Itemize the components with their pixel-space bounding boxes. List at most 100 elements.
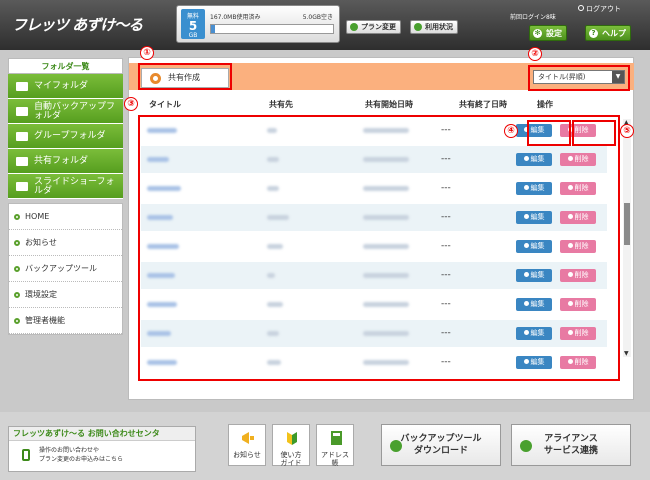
arrow-icon	[390, 440, 402, 452]
contact-line-2: プラン変更のお申込みはこちら	[39, 456, 124, 463]
sidebar: フォルダ一覧 マイフォルダ 自動バックアップフォルダ グループフォルダ 共有フォ…	[8, 58, 123, 335]
scroll-down-icon[interactable]: ▼	[624, 350, 629, 357]
folder-list-title: フォルダ一覧	[8, 58, 123, 74]
nav-item-environment-settings[interactable]: 環境設定	[9, 282, 122, 308]
address-book-shortcut[interactable]: アドレス帳	[316, 424, 354, 467]
folder-icon	[16, 132, 28, 141]
bullet-icon	[14, 292, 20, 298]
storage-quota-panel: 無料 5 GB 167.0MB使用済み 5.0GB空き	[176, 5, 340, 43]
annotation-box-edit	[527, 120, 571, 146]
app-logo[interactable]: フレッツ あずけ～る	[12, 14, 143, 35]
sidebar-nav: HOME お知らせ バックアップツール 環境設定 管理者機能	[8, 203, 123, 335]
folder-icon	[16, 107, 28, 116]
plan-change-label: プラン変更	[361, 23, 396, 31]
backup-label-line2: ダウンロード	[413, 446, 468, 456]
sidebar-item-slideshow-folder[interactable]: スライドショーフォルダ	[8, 174, 123, 199]
quota-used-text: 167.0MB使用済み	[210, 14, 261, 21]
bullet-icon	[14, 266, 20, 272]
sidebar-item-label: グループフォルダ	[34, 131, 106, 141]
contact-line-1: 操作のお問い合わせや	[39, 447, 100, 454]
sidebar-item-auto-backup-folder[interactable]: 自動バックアップフォルダ	[8, 99, 123, 124]
plus-icon	[414, 23, 422, 31]
logout-label: ログアウト	[586, 5, 621, 13]
help-label: ヘルプ	[602, 29, 626, 38]
folder-icon	[16, 82, 28, 91]
plan-change-button[interactable]: プラン変更	[346, 20, 401, 34]
sidebar-item-group-folder[interactable]: グループフォルダ	[8, 124, 123, 149]
guide-shortcut[interactable]: 使い方 ガイド	[272, 424, 310, 467]
nav-item-label: 管理者機能	[25, 316, 65, 325]
table-header: タイトル 共有先 共有開始日時 共有終了日時 操作	[129, 96, 634, 112]
settings-button[interactable]: ✻ 設定	[529, 25, 567, 41]
sidebar-item-label: スライドショーフォルダ	[34, 177, 115, 196]
bullet-icon	[14, 214, 20, 220]
address-label-line2: 帳	[331, 459, 339, 467]
contact-center-title: フレッツあずけ～る お問い合わせセンタ	[9, 427, 195, 441]
notice-label: お知らせ	[233, 451, 261, 459]
nav-item-backup-tool[interactable]: バックアップツール	[9, 256, 122, 282]
guide-label-line2: ガイド	[280, 459, 302, 467]
quota-badge-size: 5	[188, 19, 198, 33]
settings-label: 設定	[546, 29, 562, 38]
quota-free-text: 5.0GB空き	[302, 14, 333, 21]
backup-tool-download-button[interactable]: バックアップツール ダウンロード	[381, 424, 501, 466]
logout-icon	[578, 5, 584, 11]
annotation-box-delete	[572, 120, 616, 146]
guide-label-line1: 使い方	[280, 451, 302, 459]
folder-icon	[16, 182, 28, 191]
usage-status-label: 利用状況	[425, 23, 453, 31]
annotation-box-table	[138, 115, 620, 381]
table-scrollbar[interactable]: ▲ ▼	[623, 119, 631, 357]
annotation-mark-3: ③	[124, 97, 138, 111]
quota-badge-unit: GB	[188, 32, 198, 39]
top-header: フレッツ あずけ～る 無料 5 GB 167.0MB使用済み 5.0GB空き プ…	[0, 0, 650, 50]
column-header-title: タイトル	[149, 100, 181, 109]
sidebar-item-label: 自動バックアップフォルダ	[34, 102, 116, 121]
address-book-icon	[331, 431, 342, 445]
question-icon: ?	[589, 29, 598, 38]
nav-item-home[interactable]: HOME	[9, 204, 122, 230]
scroll-thumb[interactable]	[624, 203, 630, 245]
backup-label-line1: バックアップツール	[400, 434, 482, 444]
notice-shortcut[interactable]: お知らせ	[228, 424, 266, 466]
last-login-text: 前回ログイン8味	[510, 14, 556, 21]
nav-item-notices[interactable]: お知らせ	[9, 230, 122, 256]
contact-center-panel[interactable]: フレッツあずけ～る お問い合わせセンタ 操作のお問い合わせやプラン変更のお申込み…	[8, 426, 196, 472]
phone-icon	[22, 449, 30, 461]
nav-item-label: バックアップツール	[25, 264, 97, 273]
sidebar-item-label: 共有フォルダ	[34, 156, 89, 166]
quota-badge: 無料 5 GB	[181, 9, 205, 39]
bullet-icon	[14, 240, 20, 246]
usage-status-button[interactable]: 利用状況	[410, 20, 458, 34]
sidebar-item-shared-folder[interactable]: 共有フォルダ	[8, 149, 123, 174]
plus-icon	[350, 23, 358, 31]
column-header-action: 操作	[537, 100, 553, 109]
sidebar-item-my-folder[interactable]: マイフォルダ	[8, 74, 123, 99]
column-header-start: 共有開始日時	[365, 100, 413, 109]
footer: フレッツあずけ～る お問い合わせセンタ 操作のお問い合わせやプラン変更のお申込み…	[0, 412, 650, 480]
column-header-share-with: 共有先	[269, 100, 293, 109]
gear-icon: ✻	[533, 29, 542, 38]
annotation-mark-2: ②	[528, 47, 542, 61]
logout-link[interactable]: ログアウト	[578, 4, 621, 14]
folder-icon	[16, 157, 28, 166]
annotation-box-select	[528, 65, 630, 91]
nav-item-label: 環境設定	[25, 290, 57, 299]
column-header-end: 共有終了日時	[459, 100, 507, 109]
arrow-icon	[520, 440, 532, 452]
bullet-icon	[14, 318, 20, 324]
alliance-label-line1: アライアンス	[544, 434, 598, 444]
nav-item-admin[interactable]: 管理者機能	[9, 308, 122, 334]
alliance-label-line2: サービス連携	[543, 446, 598, 456]
annotation-box-share	[138, 63, 232, 90]
annotation-mark-1: ①	[140, 46, 154, 60]
nav-item-label: HOME	[25, 212, 50, 221]
alliance-service-button[interactable]: アライアンス サービス連携	[511, 424, 631, 466]
quota-progress-fill	[211, 25, 215, 33]
nav-item-label: お知らせ	[25, 238, 57, 247]
sidebar-item-label: マイフォルダ	[34, 81, 89, 91]
address-label-line1: アドレス	[321, 451, 349, 459]
annotation-mark-4: ④	[504, 124, 518, 138]
annotation-mark-5: ⑤	[620, 124, 634, 138]
help-button[interactable]: ? ヘルプ	[585, 25, 631, 41]
